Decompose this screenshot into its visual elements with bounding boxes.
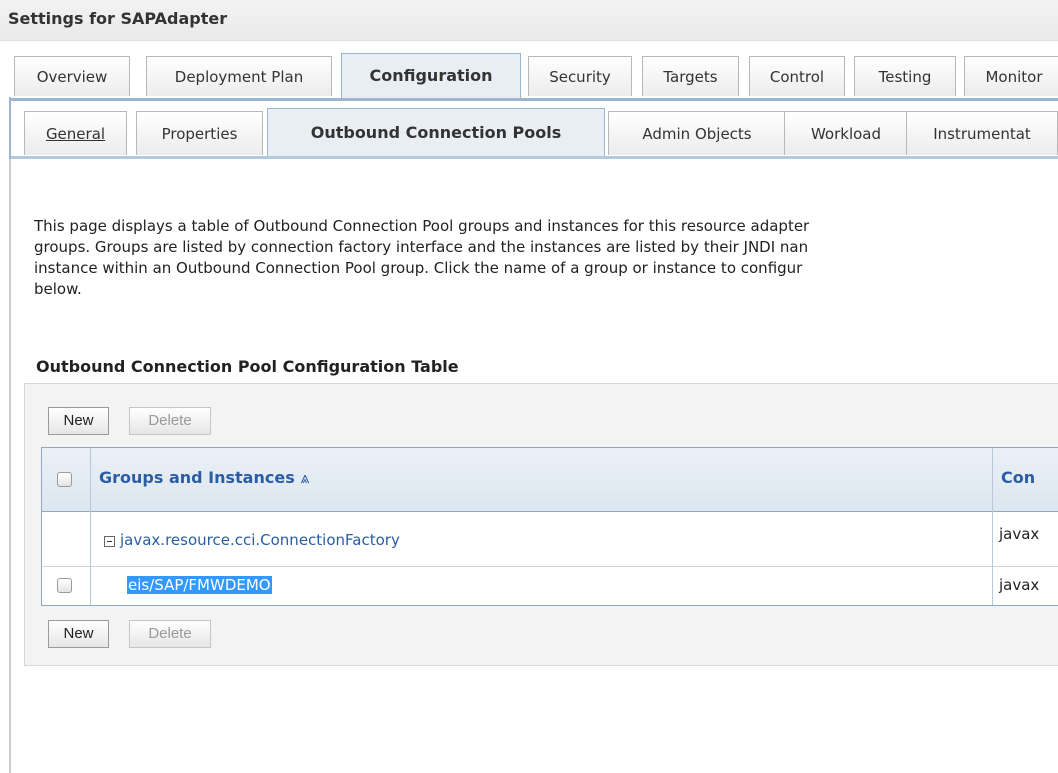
column-separator [992,567,993,605]
column-separator [90,511,91,567]
subtab-bar-divider [10,156,1058,159]
tab-bar-divider [10,98,1058,101]
groups-header-label: Groups and Instances [99,468,295,487]
tab-testing[interactable]: Testing [854,56,956,96]
groups-and-instances-header[interactable]: Groups and Instances ⩓ [99,468,309,488]
delete-button-bottom[interactable]: Delete [129,620,211,648]
tab-control[interactable]: Control [749,56,845,96]
subtab-admin-objects[interactable]: Admin Objects [608,111,786,155]
subtab-workload[interactable]: Workload [784,111,908,155]
column-separator [992,448,993,511]
tab-targets[interactable]: Targets [642,56,739,96]
instance-link[interactable]: eis/SAP/FMWDEMO [127,576,272,594]
delete-button[interactable]: Delete [129,407,211,435]
subtab-instrumentation[interactable]: Instrumentat [906,111,1058,155]
description-line: This page displays a table of Outbound C… [34,217,810,235]
left-accent-rule [9,97,11,159]
connection-factory-cell: javax [999,576,1040,594]
column-separator [90,448,91,511]
connection-factory-header[interactable]: Con [1001,468,1035,487]
connection-pool-table: Groups and Instances ⩓ Con javax.resourc… [41,447,1058,606]
column-separator [992,511,993,567]
page-title: Settings for SAPAdapter [8,9,228,28]
subtab-properties[interactable]: Properties [136,111,263,155]
row-checkbox[interactable] [57,578,72,593]
main-tabs: Overview Deployment Plan Configuration S… [10,51,1058,101]
description-line: groups. Groups are listed by connection … [34,238,809,256]
select-all-checkbox[interactable] [57,472,72,487]
sort-ascending-icon[interactable]: ⩓ [300,468,309,487]
tab-overview[interactable]: Overview [14,56,130,96]
column-separator [90,567,91,605]
description-line: instance within an Outbound Connection P… [34,259,803,277]
tab-configuration[interactable]: Configuration [341,53,521,99]
tab-security[interactable]: Security [528,56,632,96]
table-row: javax.resource.cci.ConnectionFactory jav… [42,511,1058,567]
group-link[interactable]: javax.resource.cci.ConnectionFactory [120,531,400,549]
page-description: This page displays a table of Outbound C… [34,216,1058,300]
new-button[interactable]: New [48,407,109,435]
new-button-bottom[interactable]: New [48,620,109,648]
tab-deployment-plan[interactable]: Deployment Plan [146,56,332,96]
table-section-title: Outbound Connection Pool Configuration T… [36,357,459,376]
subtab-general[interactable]: General [24,111,127,155]
collapse-icon[interactable] [104,536,115,547]
connection-factory-cell: javax [999,525,1040,543]
table-header: Groups and Instances ⩓ Con [42,448,1058,512]
subtab-outbound-connection-pools[interactable]: Outbound Connection Pools [267,108,605,158]
tab-monitoring[interactable]: Monitor [964,56,1058,96]
left-border-rule [9,159,11,773]
description-line: below. [34,280,82,298]
table-row: eis/SAP/FMWDEMO javax [42,567,1058,605]
page-header: Settings for SAPAdapter [0,0,1058,41]
selected-instance-text: eis/SAP/FMWDEMO [127,576,272,594]
sub-tabs: General Properties Outbound Connection P… [12,105,1058,159]
